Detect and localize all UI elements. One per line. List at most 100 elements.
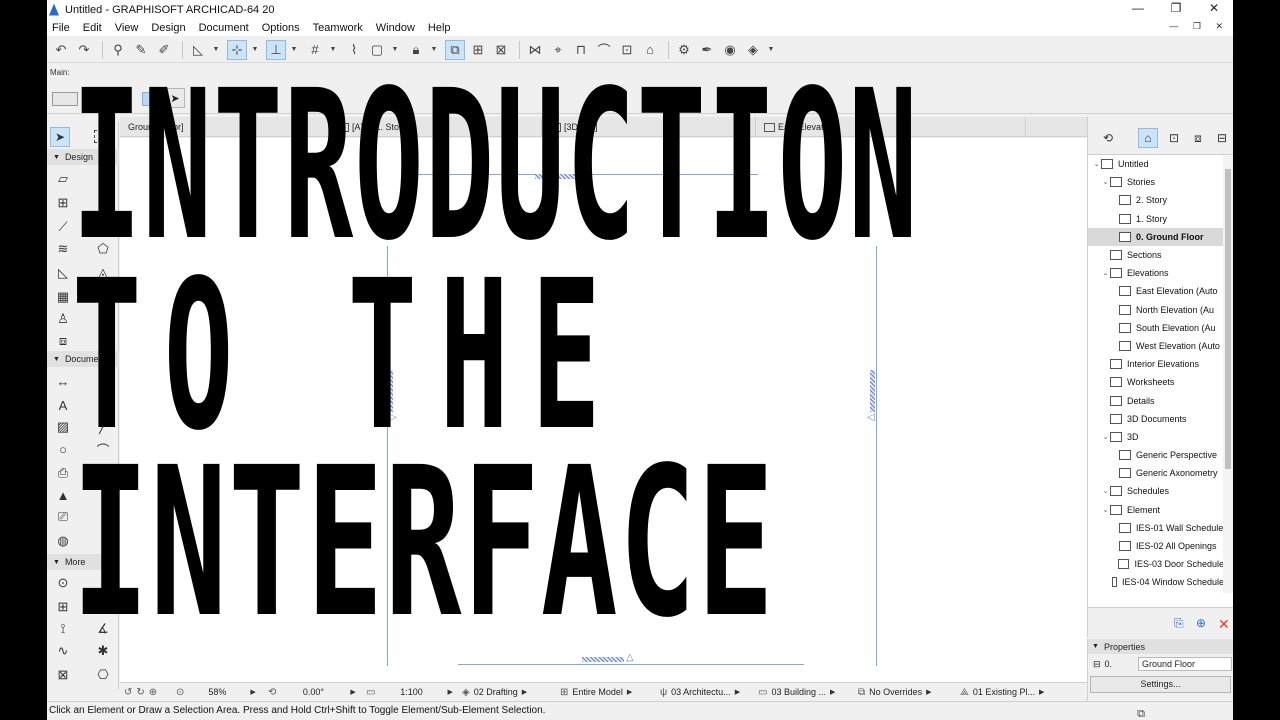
undo-view-icon[interactable]: ↺ [124, 687, 132, 698]
offset-icon[interactable]: ⊡ [617, 40, 637, 60]
detail-tool-icon[interactable]: ◍ [53, 531, 73, 551]
navigator-item[interactable]: East Elevation (Auto [1088, 282, 1224, 300]
chevron-right-icon[interactable]: ▶ [926, 688, 931, 696]
project-map-icon[interactable]: ⌂ [1138, 128, 1158, 148]
navigation-buttons[interactable]: ↺ ↻ ⊕ [120, 683, 172, 702]
zoom-field[interactable]: ⊙ 58% ▶ [172, 683, 264, 702]
elevation-marker-top[interactable] [535, 174, 579, 179]
change-marker-tool-icon[interactable]: ⊠ [53, 665, 73, 685]
angle-field[interactable]: ⟲ 0.00° ▶ [264, 683, 362, 702]
graphic-override-field[interactable]: ⧉ No Overrides ▶ [854, 683, 956, 702]
chevron-down-icon[interactable]: ▼ [328, 40, 338, 60]
split-icon[interactable]: ⋈ [525, 40, 545, 60]
navigator-item[interactable]: ⌄ Schedules [1088, 482, 1224, 500]
mesh-tool-icon[interactable]: ⧈ [53, 331, 73, 351]
navigator-item[interactable]: 3D Documents [1088, 410, 1224, 428]
slab-tool-icon[interactable]: ◇ [93, 217, 113, 237]
navigator-item[interactable]: Worksheets [1088, 373, 1224, 391]
level-tool-icon[interactable]: ▲ [53, 485, 73, 505]
column-tool-icon[interactable]: ▮ [93, 193, 113, 213]
scrollbar-thumb[interactable] [1225, 169, 1231, 469]
camera-tool-icon[interactable]: ⎔ [93, 665, 113, 685]
navigator-item[interactable]: West Elevation (Auto [1088, 337, 1224, 355]
elevation-marker-left[interactable] [388, 370, 393, 412]
undo-icon[interactable]: ↶ [51, 40, 71, 60]
roof-icon[interactable]: ⌂ [640, 40, 660, 60]
window-tool-icon[interactable]: ⊞ [53, 193, 73, 213]
intersect-icon[interactable]: ⊓ [571, 40, 591, 60]
morph-tool-icon[interactable]: ◬ [93, 263, 113, 283]
dimension-tool-icon[interactable]: ↔ [53, 371, 73, 391]
pen-set-field[interactable]: ψ 03 Architectu... ▶ [656, 683, 754, 702]
menu-help[interactable]: Help [428, 22, 451, 34]
chevron-right-icon[interactable]: ▶ [627, 688, 632, 696]
stair-tool-icon[interactable]: ≋ [53, 239, 73, 259]
maximize-button[interactable]: ❐ [1157, 0, 1195, 19]
fillet-icon[interactable]: ⌒ [594, 40, 614, 60]
adjust-icon[interactable]: ⌖ [548, 40, 568, 60]
expander-icon[interactable]: ⌄ [1101, 269, 1110, 277]
railing-tool-icon[interactable]: ⊞ [53, 597, 73, 617]
trace-icon[interactable]: ⌇ [344, 40, 364, 60]
pick-up-parameters-icon[interactable]: ⚲ [108, 40, 128, 60]
navigator-scrollbar[interactable] [1223, 155, 1233, 593]
suspend-groups-icon[interactable]: ⧉ [445, 39, 465, 60]
toolbox-section-document[interactable]: ▼ Document [47, 351, 119, 367]
marquee-icon[interactable]: ⊞ [468, 40, 488, 60]
inject-parameters-icon[interactable]: ✐ [154, 40, 174, 60]
menu-design[interactable]: Design [151, 22, 185, 34]
expander-icon[interactable]: ⌄ [1101, 178, 1110, 186]
navigator-item[interactable]: Details [1088, 391, 1224, 409]
text-tool-icon[interactable]: A [53, 395, 73, 415]
redo-icon[interactable]: ↷ [74, 40, 94, 60]
marquee-tool-icon[interactable] [94, 130, 110, 143]
menu-teamwork[interactable]: Teamwork [313, 22, 363, 34]
menu-file[interactable]: File [52, 22, 70, 34]
redo-view-icon[interactable]: ↻ [136, 687, 144, 698]
gravity-icon[interactable]: ⊥ [266, 39, 286, 60]
chevron-down-icon[interactable]: ▼ [390, 40, 400, 60]
navigator-item[interactable]: ⌄ Untitled [1088, 155, 1224, 173]
wall-tool-icon[interactable]: ▱ [53, 169, 73, 189]
chevron-right-icon[interactable]: ▶ [447, 688, 452, 696]
selection-mode-button[interactable] [142, 92, 156, 106]
roof-tool-icon[interactable]: ◺ [53, 263, 73, 283]
close-window-button[interactable]: ✕ [1195, 0, 1233, 19]
navigator-item[interactable]: North Elevation (Au [1088, 301, 1224, 319]
navigator-item[interactable]: 0. Ground Floor [1088, 227, 1224, 246]
chevron-down-icon[interactable]: ▼ [429, 40, 439, 60]
chevron-down-icon[interactable]: ▼ [211, 40, 221, 60]
expander-icon[interactable]: ⌄ [1101, 506, 1110, 514]
spline-tool-icon[interactable]: ∿ [53, 641, 73, 661]
circle-tool-icon[interactable]: ○ [53, 439, 73, 459]
resize-grip-icon[interactable]: ⧉ [1137, 705, 1145, 720]
chevron-right-icon[interactable]: ▶ [522, 688, 527, 696]
settings-icon[interactable]: ⚙ [674, 40, 694, 60]
properties-header[interactable]: ▼ Properties [1088, 639, 1233, 654]
elevation-marker-bottom[interactable] [582, 657, 624, 662]
settings-button[interactable]: Settings... [1090, 676, 1231, 693]
navigator-item[interactable]: IES-04 Window Schedule [1088, 573, 1224, 591]
renovation-filter-field[interactable]: ⟁ 01 Existing Pl... ▶ [956, 683, 1064, 702]
spot-tool-icon[interactable]: ⟟ [53, 619, 73, 639]
toolbox-section-more[interactable]: ▼ More [47, 554, 119, 570]
line-tool-icon[interactable]: ╱ [93, 417, 113, 437]
figure-tool-icon[interactable]: ⎙ [53, 463, 73, 483]
delete-icon[interactable]: ✕ [1218, 616, 1230, 633]
minimize-button[interactable]: — [1119, 0, 1157, 19]
new-view-icon[interactable]: ⎘ [1174, 616, 1184, 631]
navigator-item[interactable]: Interior Elevations [1088, 355, 1224, 373]
chevron-right-icon[interactable]: ▶ [250, 688, 255, 696]
angle-dimension-tool-icon[interactable]: ∡ [93, 619, 113, 639]
mdi-controls[interactable]: — ❐ ✕ [1169, 21, 1229, 32]
layer-combination-field[interactable]: ◈ 02 Drafting ▶ [458, 683, 556, 702]
grid-snap-icon[interactable]: # [305, 40, 325, 60]
model-view-field[interactable]: ⊞ Entire Model ▶ [556, 683, 656, 702]
chevron-right-icon[interactable]: ▶ [735, 688, 740, 696]
chevron-down-icon[interactable]: ▼ [250, 40, 260, 60]
toolbox-section-design[interactable]: ▼ Design [47, 149, 119, 165]
elevation-marker-right[interactable] [870, 370, 875, 412]
beam-tool-icon[interactable]: ⟋ [53, 217, 73, 237]
expander-icon[interactable]: ⌄ [1092, 160, 1101, 168]
fill-tool-icon[interactable]: ▨ [53, 417, 73, 437]
